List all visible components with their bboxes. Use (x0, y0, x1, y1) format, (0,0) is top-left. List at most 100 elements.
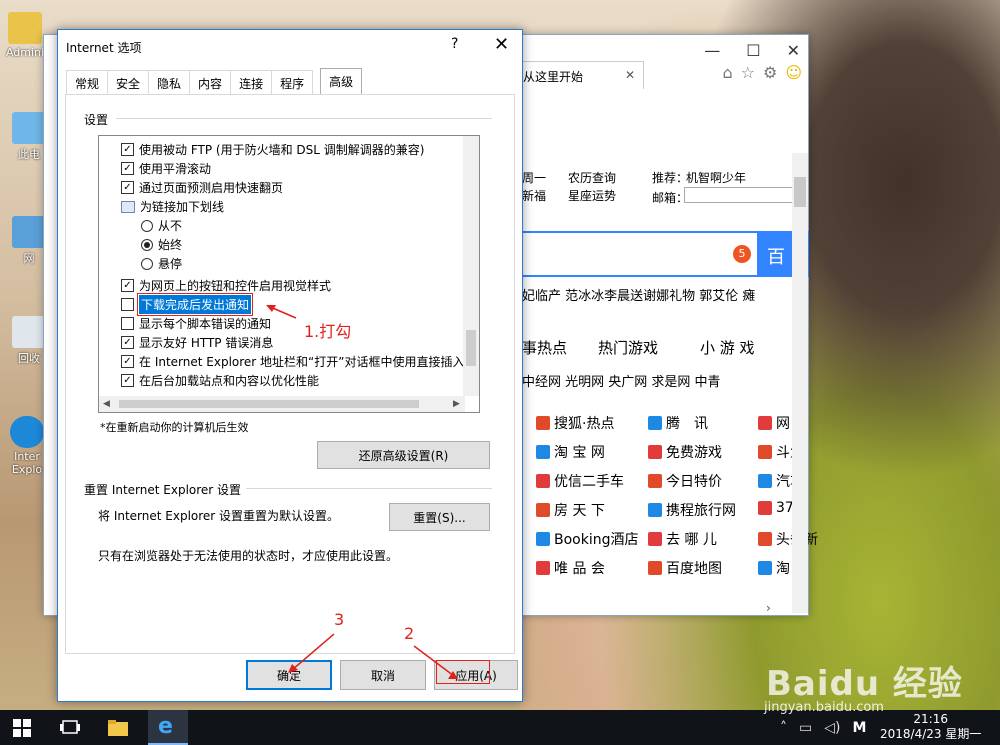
maximize-icon[interactable]: ☐ (746, 41, 760, 60)
checkbox-checked[interactable]: ✓ (121, 143, 134, 156)
network-tray-icon[interactable]: ▭ (799, 720, 812, 736)
home-icon[interactable]: ⌂ (722, 63, 732, 82)
volume-icon[interactable]: ◁) (824, 720, 840, 736)
scroll-right-icon[interactable]: ▶ (453, 399, 460, 409)
help-button[interactable]: ? (451, 36, 458, 52)
nav-games[interactable]: 热门游戏 (598, 337, 658, 358)
site-link[interactable]: 百度地图 (648, 558, 722, 578)
browser-tab[interactable]: 从这里开始 ✕ (514, 61, 644, 89)
checkbox-checked[interactable]: ✓ (121, 355, 134, 368)
setting-inline-autocomplete[interactable]: ✓ 在 Internet Explorer 地址栏和“打开”对话框中使用直接插入自 (121, 352, 477, 371)
checkbox-checked[interactable]: ✓ (121, 374, 134, 387)
mail-input[interactable] (684, 187, 796, 203)
checkbox-checked[interactable]: ✓ (121, 279, 134, 292)
settings-list[interactable]: ✓ 使用被动 FTP (用于防火墙和 DSL 调制解调器的兼容) ✓ 使用平滑滚动 … (98, 135, 480, 413)
ok-button[interactable]: 确定 (246, 660, 332, 690)
restart-note: *在重新启动你的计算机后生效 (100, 421, 249, 434)
nav-mini-games[interactable]: 小 游 戏 (700, 337, 755, 358)
radio-never[interactable]: 从不 (141, 216, 182, 235)
ie-taskbar-icon[interactable]: e (148, 710, 188, 745)
settings-group-label: 设置 (84, 113, 109, 127)
clock[interactable]: 21:16 2018/4/23 星期一 (880, 712, 981, 742)
setting-friendly-http[interactable]: ✓ 显示友好 HTTP 错误消息 (121, 333, 273, 352)
site-link[interactable]: 今日特价 (648, 471, 722, 491)
site-link[interactable]: 房 天 下 (536, 500, 605, 520)
ime-indicator[interactable]: M (852, 720, 866, 736)
settings-hscroll[interactable]: ◀ ▶ (99, 396, 465, 412)
lunar-link[interactable]: 农历查询 (568, 169, 616, 186)
reset-group-label: 重置 Internet Explorer 设置 (84, 483, 242, 497)
checkbox-checked[interactable]: ✓ (121, 336, 134, 349)
smiley-icon[interactable]: ☺ (785, 63, 802, 82)
reset-button[interactable]: 重置(S)... (389, 503, 490, 531)
tab-programs[interactable]: 程序 (271, 70, 314, 94)
scrollbar-thumb[interactable] (466, 330, 476, 366)
file-explorer-icon[interactable] (104, 714, 132, 742)
internet-options-dialog[interactable]: Internet 选项 ? ✕ 常规 安全 隐私 内容 连接 程序 高级 设置 … (57, 29, 523, 702)
browser-scrollbar[interactable] (792, 153, 808, 613)
radio-hover[interactable]: 悬停 (141, 254, 182, 273)
setting-smooth-scroll[interactable]: ✓ 使用平滑滚动 (121, 159, 211, 178)
star-icon[interactable]: ☆ (741, 63, 755, 82)
checkbox-checked[interactable]: ✓ (121, 162, 134, 175)
checkbox-checked[interactable]: ✓ (121, 181, 134, 194)
clock-date: 2018/4/23 星期一 (880, 727, 982, 741)
tab-content[interactable]: 内容 (189, 70, 232, 94)
radio-always[interactable]: 始终 (141, 235, 182, 254)
setting-flip-ahead[interactable]: ✓ 通过页面预测启用快速翻页 (121, 178, 283, 197)
site-link[interactable]: 37 (758, 500, 794, 516)
tab-connections[interactable]: 连接 (230, 70, 273, 94)
checkbox-unchecked[interactable] (121, 317, 134, 330)
checkbox-unchecked[interactable] (121, 298, 134, 311)
scroll-left-icon[interactable]: ◀ (103, 399, 110, 409)
horoscope-link[interactable]: 星座运势 (568, 187, 616, 204)
site-link[interactable]: 腾 讯 (648, 413, 708, 433)
tray-up-icon[interactable]: ˄ (780, 720, 787, 736)
setting-visual-styles[interactable]: ✓ 为网页上的按钮和控件启用视觉样式 (121, 276, 331, 295)
site-link[interactable]: 唯 品 会 (536, 558, 605, 578)
radio-button[interactable] (141, 257, 153, 270)
desktop-icon-label: Admini (5, 46, 45, 59)
scrollbar-thumb[interactable] (119, 400, 419, 408)
scrollbar-thumb[interactable] (794, 177, 806, 207)
restore-advanced-button[interactable]: 还原高级设置(R) (317, 441, 490, 469)
setting-passive-ftp[interactable]: ✓ 使用被动 FTP (用于防火墙和 DSL 调制解调器的兼容) (121, 140, 424, 159)
nav-hot[interactable]: 事热点 (522, 337, 567, 358)
site-link[interactable]: 去 哪 儿 (648, 529, 717, 549)
site-link[interactable]: 免费游戏 (648, 442, 722, 462)
media-links[interactable]: 中经网 光明网 央广网 求是网 中青 (522, 371, 721, 390)
site-link[interactable]: 淘 宝 网 (536, 442, 605, 462)
site-favicon-icon (648, 503, 662, 517)
minimize-icon[interactable]: — (704, 41, 720, 60)
tab-security[interactable]: 安全 (107, 70, 150, 94)
news-headlines[interactable]: 妃临产 范冰冰李晨送谢娜礼物 郭艾伦 瘫 (522, 285, 755, 304)
dialog-close-button[interactable]: ✕ (494, 34, 509, 55)
site-link[interactable]: 网 (758, 413, 790, 433)
gear-icon[interactable]: ⚙ (763, 63, 777, 82)
tab-close-icon[interactable]: ✕ (625, 68, 635, 82)
site-link[interactable]: 头条新 (758, 529, 818, 549)
radio-button-selected[interactable] (141, 238, 153, 251)
tab-advanced[interactable]: 高级 (320, 68, 363, 94)
notification-badge: 5 (733, 245, 751, 263)
recommend-link[interactable]: 机智啊少年 (686, 169, 746, 186)
setting-label: 为网页上的按钮和控件启用视觉样式 (139, 279, 332, 293)
setting-download-notify[interactable]: 下载完成后发出通知 (121, 293, 254, 316)
setting-background-load[interactable]: ✓ 在后台加载站点和内容以优化性能 (121, 371, 319, 390)
tab-general[interactable]: 常规 (66, 70, 109, 94)
site-link[interactable]: Booking酒店 (536, 529, 639, 549)
site-link[interactable]: 搜狐·热点 (536, 413, 614, 433)
site-link[interactable]: 优信二手车 (536, 471, 624, 491)
settings-vscroll[interactable] (463, 136, 479, 396)
tab-privacy[interactable]: 隐私 (148, 70, 191, 94)
scroll-right-icon[interactable]: › (766, 601, 771, 615)
task-view-icon[interactable] (56, 714, 84, 742)
radio-button[interactable] (141, 219, 153, 232)
setting-script-errors[interactable]: 显示每个脚本错误的通知 (121, 314, 271, 333)
site-link[interactable]: 携程旅行网 (648, 500, 736, 520)
system-tray: ˄ ▭ ◁) M (780, 720, 866, 736)
close-icon[interactable]: ✕ (787, 41, 800, 60)
cancel-button[interactable]: 取消 (340, 660, 426, 690)
site-link-label: 唯 品 会 (554, 561, 605, 577)
start-windows-icon[interactable] (8, 714, 36, 742)
